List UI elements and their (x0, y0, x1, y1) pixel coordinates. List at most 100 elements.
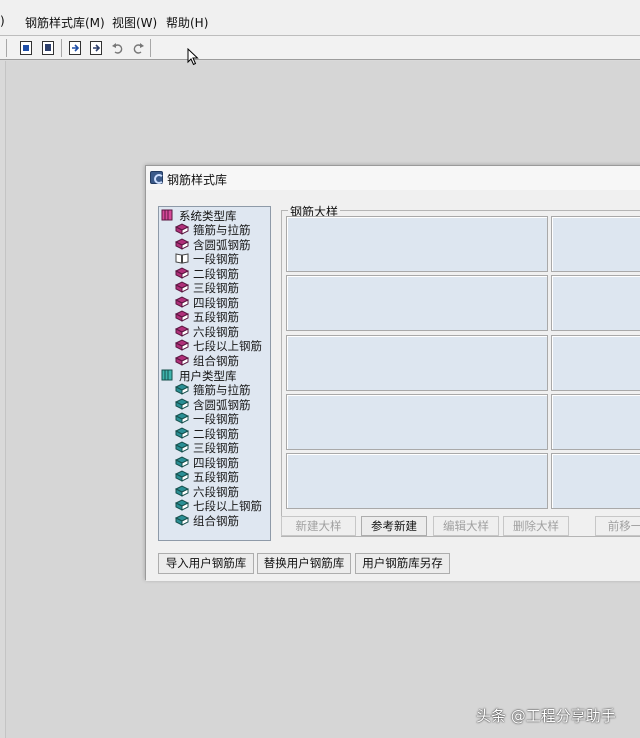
tree-item-label: 三段钢筋 (193, 281, 239, 295)
tree-item-label: 七段以上钢筋 (193, 339, 262, 353)
tree-item[interactable]: 三段钢筋 (175, 441, 239, 455)
book-icon (175, 484, 189, 497)
sample-preview-cell[interactable] (286, 393, 548, 450)
sample-preview-cell[interactable] (286, 334, 548, 391)
tree-item-label: 二段钢筋 (193, 266, 239, 281)
library-tree[interactable]: 系统类型库 箍筋与拉筋 含圆弧钢筋 一段钢筋 二段钢筋 三段钢筋 四段钢筋 五段钢筋 六段钢筋… (158, 206, 271, 541)
open-book-icon (175, 252, 189, 264)
tree-item[interactable]: 组合钢筋 (175, 514, 239, 528)
book-icon (175, 295, 189, 308)
menubar: ) 钢筋样式库(M) 视图(W) 帮助(H) (0, 0, 640, 36)
toolbar-separator (150, 39, 151, 57)
tree-item[interactable]: 五段钢筋 (175, 470, 239, 484)
tree-item[interactable]: 一段钢筋 (175, 412, 239, 426)
sample-preview-cell[interactable] (551, 275, 640, 332)
sample-preview-cell[interactable] (551, 334, 640, 391)
tree-item[interactable]: 七段以上钢筋 (175, 499, 262, 513)
undo-icon[interactable] (110, 40, 126, 56)
document-icon[interactable] (18, 40, 34, 56)
sample-preview-cell[interactable] (286, 216, 548, 272)
book-icon (175, 441, 189, 453)
tree-item-label: 一段钢筋 (193, 412, 239, 426)
tree-item-label: 组合钢筋 (193, 353, 239, 368)
dialog-title: 钢筋样式库 (167, 173, 228, 187)
book-icon (175, 237, 189, 250)
tree-item[interactable]: 六段钢筋 (175, 485, 239, 499)
sample-preview-cell[interactable] (286, 275, 548, 332)
book-icon (175, 310, 189, 322)
tree-item[interactable]: 四段钢筋 (175, 456, 239, 470)
tree-item[interactable]: 含圆弧钢筋 (175, 238, 251, 252)
tree-item-label: 七段以上钢筋 (193, 499, 262, 513)
tree-item-label: 箍筋与拉筋 (193, 383, 251, 397)
book-icon (175, 426, 189, 439)
move-forward-button[interactable]: 前移一 (595, 516, 640, 536)
tree-item-label: 组合钢筋 (193, 513, 239, 528)
tree-root-system[interactable]: 系统类型库 (161, 209, 237, 223)
sample-preview-cell[interactable] (286, 453, 548, 510)
tree-root-label: 系统类型库 (179, 209, 237, 223)
tree-item-label: 四段钢筋 (193, 455, 239, 470)
save-user-library-as-button[interactable]: 用户钢筋库另存 (355, 553, 450, 574)
tree-item[interactable]: 含圆弧钢筋 (175, 398, 251, 412)
document-copy-icon[interactable] (40, 40, 56, 56)
import-user-library-button[interactable]: 导入用户钢筋库 (158, 553, 254, 574)
book-icon (175, 397, 189, 410)
tree-item[interactable]: 箍筋与拉筋 (175, 383, 251, 397)
book-icon (175, 339, 189, 351)
tree-item[interactable]: 二段钢筋 (175, 427, 239, 441)
rebar-sample-groupbox: 钢筋大样 (281, 203, 640, 537)
redo-icon[interactable] (130, 40, 146, 56)
dialog-titlebar[interactable]: 钢筋样式库 (146, 166, 640, 190)
tree-item[interactable]: 四段钢筋 (175, 296, 239, 310)
book-icon (175, 499, 189, 511)
tree-item-label: 五段钢筋 (193, 310, 239, 324)
cursor-icon (187, 47, 199, 66)
tree-item[interactable]: 三段钢筋 (175, 281, 239, 295)
menu-item-rebar-style-lib[interactable]: 钢筋样式库(M) (25, 14, 105, 31)
book-icon (175, 324, 189, 337)
replace-user-library-button[interactable]: 替换用户钢筋库 (257, 553, 351, 574)
tree-item[interactable]: 七段以上钢筋 (175, 339, 262, 353)
tree-item[interactable]: 组合钢筋 (175, 354, 239, 368)
tree-item-label: 六段钢筋 (193, 324, 239, 339)
edit-sample-button[interactable]: 编辑大样 (433, 516, 499, 536)
menu-item-help[interactable]: 帮助(H) (166, 14, 208, 31)
tree-item-label: 含圆弧钢筋 (193, 237, 251, 252)
book-icon (175, 412, 189, 424)
menu-item-partial[interactable]: ) (0, 14, 5, 28)
book-icon (175, 353, 189, 366)
tree-item[interactable]: 一段钢筋 (175, 252, 239, 266)
library-stack-icon (161, 209, 175, 221)
tree-item-label: 箍筋与拉筋 (193, 223, 251, 237)
sample-preview-cell[interactable] (551, 393, 640, 450)
sample-preview-cell[interactable] (551, 453, 640, 510)
tree-item[interactable]: 五段钢筋 (175, 310, 239, 324)
tree-item[interactable]: 箍筋与拉筋 (175, 223, 251, 237)
export-icon[interactable] (67, 40, 83, 56)
tree-item-label: 六段钢筋 (193, 484, 239, 499)
delete-sample-button[interactable]: 删除大样 (503, 516, 569, 536)
import-icon[interactable] (88, 40, 104, 56)
book-icon (175, 223, 189, 235)
tree-item-label: 三段钢筋 (193, 441, 239, 455)
book-icon (175, 455, 189, 468)
book-icon (175, 470, 189, 482)
toolbar-separator (61, 39, 62, 57)
dialog-body: 系统类型库 箍筋与拉筋 含圆弧钢筋 一段钢筋 二段钢筋 三段钢筋 四段钢筋 五段钢筋 六段钢筋… (146, 190, 640, 581)
tree-item-label: 含圆弧钢筋 (193, 397, 251, 412)
toolbar-separator (6, 39, 7, 57)
new-sample-button[interactable]: 新建大样 (281, 516, 356, 536)
tree-item[interactable]: 二段钢筋 (175, 267, 239, 281)
tree-item[interactable]: 六段钢筋 (175, 325, 239, 339)
book-icon (175, 513, 189, 526)
tree-item-label: 二段钢筋 (193, 426, 239, 441)
reference-new-button[interactable]: 参考新建 (361, 516, 427, 536)
sample-preview-cell[interactable] (551, 216, 640, 272)
rebar-style-library-dialog: 钢筋样式库 系统类型库 箍筋与拉筋 含圆弧钢筋 一段钢筋 二段钢筋 三段钢筋 四段钢筋 五段… (145, 165, 640, 581)
tree-item-label: 四段钢筋 (193, 295, 239, 310)
book-icon (175, 266, 189, 279)
tree-root-user[interactable]: 用户类型库 (161, 369, 237, 383)
library-stack-icon (161, 369, 175, 381)
menu-item-view[interactable]: 视图(W) (112, 14, 157, 31)
